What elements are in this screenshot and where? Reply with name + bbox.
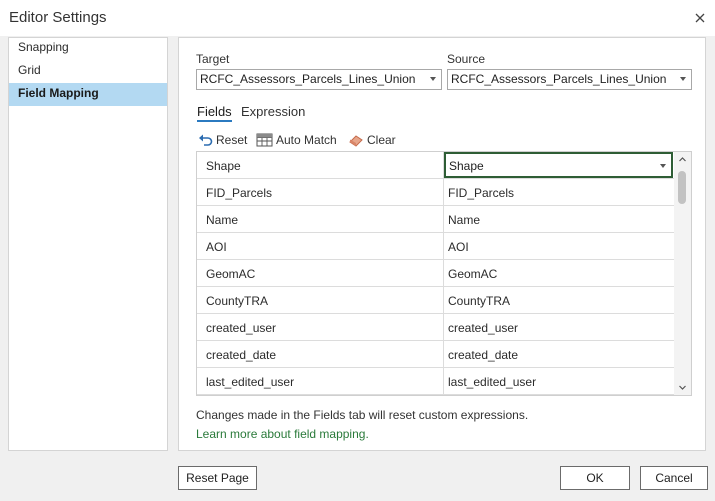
source-dropdown[interactable]: RCFC_Assessors_Parcels_Lines_Union [447,69,692,90]
table-row[interactable]: AOI AOI [197,233,675,260]
target-label: Target [196,52,230,66]
table-row[interactable]: created_date created_date [197,341,675,368]
target-field-cell: Name [206,213,239,227]
undo-arrow-icon [199,134,213,146]
learn-more-link[interactable]: Learn more about field mapping. [196,427,369,441]
fields-tab-note: Changes made in the Fields tab will rese… [196,408,529,422]
chevron-down-icon [680,77,686,81]
chevron-down-icon [430,77,436,81]
auto-match-label: Auto Match [276,133,337,147]
target-field-cell: GeomAC [206,267,256,281]
source-field-dropdown[interactable]: Shape [444,152,673,178]
cancel-button[interactable]: Cancel [640,466,708,490]
close-button[interactable] [689,7,711,29]
table-row[interactable]: GeomAC GeomAC [197,260,675,287]
window-title: Editor Settings [9,9,107,26]
chevron-down-icon[interactable] [678,383,687,392]
vertical-scrollbar[interactable] [674,152,691,395]
source-field-cell[interactable]: created_date [448,348,518,362]
source-field-cell[interactable]: CountyTRA [448,294,510,308]
scrollbar-thumb[interactable] [678,171,686,204]
target-field-cell: AOI [206,240,227,254]
target-field-cell: Shape [206,159,241,173]
reset-button[interactable]: Reset [198,131,247,149]
table-match-icon [256,133,273,147]
sidebar-item-field-mapping[interactable]: Field Mapping [9,83,167,106]
tab-fields[interactable]: Fields [197,104,232,122]
reset-page-button[interactable]: Reset Page [178,466,257,490]
target-field-cell: created_user [206,321,277,335]
table-row[interactable]: CountyTRA CountyTRA [197,287,675,314]
close-icon [695,13,705,23]
chevron-up-icon[interactable] [678,155,687,164]
source-field-cell[interactable]: Name [448,213,480,227]
sidebar-item-grid[interactable]: Grid [9,60,167,83]
target-field-cell: FID_Parcels [206,186,273,200]
source-field-cell[interactable]: created_user [448,321,518,335]
target-field-cell: last_edited_user [206,375,295,389]
table-row[interactable]: last_edited_user last_edited_user [197,368,675,395]
eraser-icon [349,135,363,147]
source-field-cell[interactable]: FID_Parcels [448,186,514,200]
table-row[interactable]: Name Name [197,206,675,233]
clear-button[interactable]: Clear [348,131,396,149]
column-divider [443,152,444,395]
source-value: RCFC_Assessors_Parcels_Lines_Union [451,72,667,86]
target-value: RCFC_Assessors_Parcels_Lines_Union [200,72,416,86]
clear-label: Clear [367,133,396,147]
reset-label: Reset [216,133,248,147]
source-field-cell[interactable]: AOI [448,240,469,254]
source-field-value: Shape [449,159,484,173]
tab-expression[interactable]: Expression [241,104,305,119]
table-row[interactable]: created_user created_user [197,314,675,341]
ok-button[interactable]: OK [560,466,630,490]
chevron-down-icon [660,164,666,168]
source-label: Source [447,52,486,66]
sidebar-item-snapping[interactable]: Snapping [9,37,167,60]
fields-table: Shape FID_Parcels FID_Parcels Name Name … [196,151,692,396]
source-field-cell[interactable]: GeomAC [448,267,497,281]
target-field-cell: CountyTRA [206,294,269,308]
target-field-cell: created_date [206,348,277,362]
settings-sidebar: Snapping Grid Field Mapping [8,37,168,451]
title-bar: Editor Settings [0,0,715,36]
field-mapping-panel: Target RCFC_Assessors_Parcels_Lines_Unio… [178,37,706,451]
auto-match-button[interactable]: Auto Match [256,131,337,149]
target-dropdown[interactable]: RCFC_Assessors_Parcels_Lines_Union [196,69,442,90]
source-field-cell[interactable]: last_edited_user [448,375,536,389]
table-row[interactable]: FID_Parcels FID_Parcels [197,179,675,206]
